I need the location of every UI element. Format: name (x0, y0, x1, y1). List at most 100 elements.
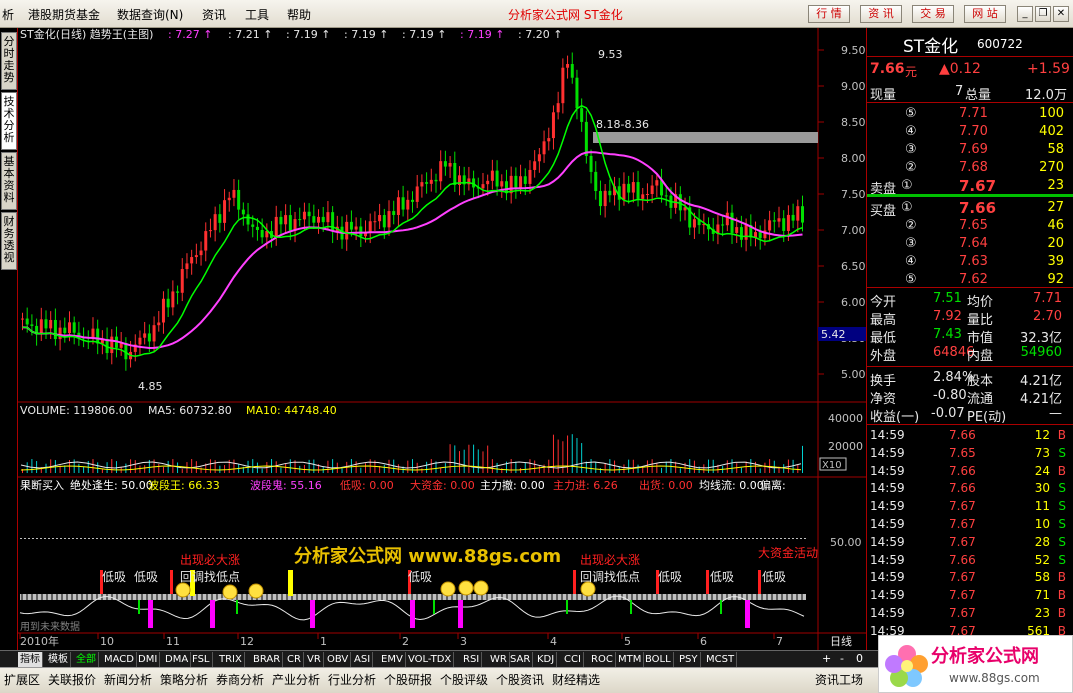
quote-button[interactable]: 行 情 (808, 5, 850, 23)
menu-tools[interactable]: 工具 (245, 6, 269, 23)
news-button[interactable]: 资 讯 (860, 5, 902, 23)
kline-chart[interactable]: ST金化(日线) 趋势王(主图) : 7.27 ↑: 7.21 ↑: 7.19 … (18, 27, 866, 650)
date-tick-label: 4 (550, 635, 557, 648)
candle-body (801, 206, 804, 223)
indicator-tab[interactable]: TRIX (217, 652, 245, 667)
extension-tab[interactable]: 策略分析 (160, 671, 208, 688)
bid-row: ③ 7.64 20 (867, 235, 1073, 253)
indicator-dot (592, 538, 594, 539)
trade-button[interactable]: 交 易 (912, 5, 954, 23)
candle-body (345, 221, 349, 240)
extension-tab[interactable]: 个股资讯 (496, 671, 544, 688)
price-tick-label: 6.00 (841, 296, 866, 309)
extension-tab[interactable]: 关联报价 (48, 671, 96, 688)
tab-fundamentals[interactable]: 基本资料 (1, 152, 17, 210)
indicator-tab[interactable]: CCI (562, 652, 584, 667)
indicator-tab[interactable]: VOL-TDX (406, 652, 455, 667)
extension-tab[interactable]: 扩展区 (4, 671, 40, 688)
period-label[interactable]: 日线 (830, 634, 852, 648)
zoom-plus[interactable]: + (822, 652, 831, 665)
bid-price: 7.64 (959, 236, 988, 251)
extension-tab[interactable]: 个股研报 (384, 671, 432, 688)
chart-area[interactable]: ST金化(日线) 趋势王(主图) : 7.27 ↑: 7.21 ↑: 7.19 … (18, 27, 866, 650)
indicator-dot (136, 538, 138, 539)
indicator-tab[interactable]: DMA (163, 652, 192, 667)
menu-news[interactable]: 资讯 (202, 6, 226, 23)
restore-icon[interactable]: ❐ (1035, 6, 1051, 22)
indicator-tab[interactable]: BRAR (251, 652, 284, 667)
tab-technical[interactable]: 技术分析 (1, 92, 17, 150)
indicator-dot (552, 538, 554, 539)
indicator-dot (560, 538, 562, 539)
indicator-tab[interactable]: PSY (677, 652, 701, 667)
smiley-icon (440, 581, 456, 597)
price-tick-label: 5.00 (841, 368, 866, 381)
extension-tab[interactable]: 券商分析 (216, 671, 264, 688)
indicator-dot (616, 538, 618, 539)
extension-tab[interactable]: 产业分析 (272, 671, 320, 688)
indicator-tab[interactable]: MACD (102, 652, 137, 667)
minimize-icon[interactable]: _ (1017, 6, 1033, 22)
bid-volume: 39 (1047, 254, 1064, 269)
candle-body (147, 333, 151, 342)
indicator-tab[interactable]: ASI (352, 652, 374, 667)
indicator-dot (28, 538, 30, 539)
close-icon[interactable]: ✕ (1053, 6, 1069, 22)
indicator-dot (120, 538, 122, 539)
tick-row: 14:59 7.67 10 S (867, 516, 1073, 534)
zoom-reset[interactable]: 0 (856, 652, 863, 665)
price-change: ▲0.12 (939, 61, 981, 77)
menu-hk-futures[interactable]: 港股期货基金 (28, 6, 100, 23)
tab-intraday[interactable]: 分时走势 (1, 32, 17, 90)
tab-financials[interactable]: 财务透视 (1, 212, 17, 270)
indicator-tab[interactable]: 模板 (46, 652, 71, 667)
indicator-dot (428, 538, 430, 539)
ask-volume: 100 (1039, 106, 1064, 121)
stat-row: 收益(一) -0.07 PE(动) — (867, 405, 1073, 425)
info-plaza[interactable]: 资讯工场 (815, 671, 863, 688)
indicator-dot (388, 538, 390, 539)
indicator-tab[interactable]: KDJ (535, 652, 558, 667)
extension-tab[interactable]: 财经精选 (552, 671, 600, 688)
zoom-minus[interactable]: - (840, 652, 844, 665)
indicator-tab[interactable]: RSI (461, 652, 483, 667)
menu-data-query[interactable]: 数据查询(N) (117, 6, 183, 23)
extension-tab[interactable]: 新闻分析 (104, 671, 152, 688)
candle-body (21, 318, 24, 320)
indicator-tab[interactable]: VR (305, 652, 324, 667)
indicator-tab[interactable]: 全部 (74, 652, 99, 667)
indicator-tab[interactable]: CR (285, 652, 304, 667)
indicator-dot (312, 538, 314, 539)
extension-tab[interactable]: 个股评级 (440, 671, 488, 688)
indicator-dot (40, 538, 42, 539)
candle-body (598, 191, 602, 207)
candle-body (566, 64, 570, 68)
indicator-tab[interactable]: 指标 (18, 652, 43, 667)
indicator-tab[interactable]: ROC (589, 652, 616, 667)
indicator-tab[interactable]: MCST (704, 652, 738, 667)
indicator-tab[interactable]: OBV (325, 652, 352, 667)
indicator-tab[interactable]: SAR (508, 652, 534, 667)
indicator-tab[interactable]: MTM (616, 652, 645, 667)
candle-body (519, 176, 523, 188)
indicator-tab[interactable]: WR (488, 652, 510, 667)
ma-value-4: : 7.19 ↑ (402, 28, 446, 41)
indicator-dot (204, 538, 206, 539)
indicator-bar (410, 600, 415, 628)
indicator-dot (584, 538, 586, 539)
indicator-tab[interactable]: FSL (190, 652, 213, 667)
menu-analysis[interactable]: 析 (2, 6, 14, 23)
menu-help[interactable]: 帮助 (287, 6, 311, 23)
candle-body (25, 318, 29, 325)
tick-volume: 11 (1034, 499, 1050, 514)
indicator-tab[interactable]: BOLL (643, 652, 674, 667)
website-button[interactable]: 网 站 (964, 5, 1006, 23)
indicator-tab[interactable]: DMI (136, 652, 161, 667)
indicator-tab[interactable]: EMV (379, 652, 406, 667)
ask-volume: 270 (1039, 160, 1064, 175)
candle-body (429, 179, 433, 184)
extension-tab[interactable]: 行业分析 (328, 671, 376, 688)
indicator-dot (152, 538, 154, 539)
indicator-bar-red (706, 570, 709, 594)
site-logo: 分析家公式网 www.88gs.com (878, 635, 1073, 693)
